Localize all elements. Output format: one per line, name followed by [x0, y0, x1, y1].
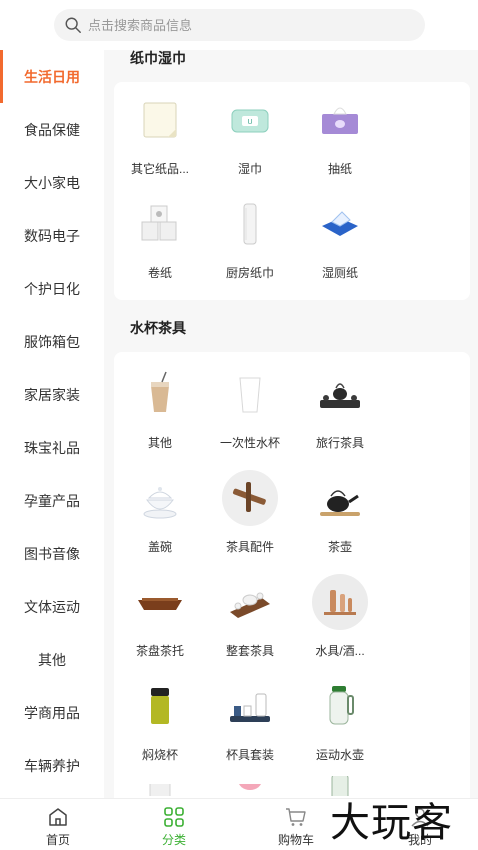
sidebar-item-digital[interactable]: 数码电子: [0, 209, 104, 262]
sidebar-item-vehicle[interactable]: 车辆养护: [0, 739, 104, 792]
tab-category[interactable]: 分类: [134, 799, 214, 850]
sidebar-item-appliances[interactable]: 大小家电: [0, 156, 104, 209]
sidebar-item-personal-care[interactable]: 个护日化: [0, 262, 104, 315]
watermark-logo: 大玩客: [330, 800, 453, 846]
cup-image: [226, 784, 274, 796]
full-tea-set-icon: [226, 578, 274, 626]
cart-icon: [286, 808, 306, 826]
subcategory-kitchen-roll[interactable]: 厨房纸巾: [207, 186, 293, 290]
tab-cart[interactable]: 购物车: [256, 799, 336, 850]
tea-tools-icon: [220, 468, 280, 528]
subcategory-label: 其它纸品...: [130, 162, 189, 176]
tab-label: 分类: [161, 833, 186, 847]
subcategory-tea-tools[interactable]: 茶具配件: [207, 460, 293, 564]
subcategory-lidded-bowl[interactable]: 盖碗: [117, 460, 203, 564]
subcategory-tissue-box[interactable]: 抽纸: [297, 82, 383, 186]
sidebar-item-other[interactable]: 其他: [0, 633, 104, 686]
teapot-icon: [316, 474, 364, 522]
sport-bottle-icon: [316, 682, 364, 730]
sidebar-item-jewelry-gifts[interactable]: 珠宝礼品: [0, 421, 104, 474]
section-title-cups-tea: 水杯茶具: [130, 320, 186, 336]
subcategory-label: 茶壶: [327, 540, 352, 554]
subcategory-other-cups[interactable]: 其他: [117, 356, 203, 460]
svg-text:U: U: [247, 119, 252, 126]
category-content: 纸巾湿巾 其它纸品... U 湿巾 抽纸 卷纸 厨房纸巾 湿厕纸 水杯茶具 其他…: [104, 50, 478, 798]
subcategory-label: 其他: [147, 436, 172, 450]
search-input[interactable]: [88, 17, 388, 33]
toilet-roll-icon: [136, 200, 184, 248]
subcategory-travel-tea-set[interactable]: 旅行茶具: [297, 356, 383, 460]
category-sidebar: 生活日用 食品保健 大小家电 数码电子 个护日化 服饰箱包 家居家装 珠宝礼品 …: [0, 50, 104, 798]
subcategory-label: 杯具套装: [225, 748, 274, 762]
sidebar-item-apparel-bags[interactable]: 服饰箱包: [0, 315, 104, 368]
tissue-box-icon: [316, 96, 364, 144]
subcategory-wet-toilet-paper[interactable]: 湿厕纸: [297, 186, 383, 290]
section-title-tissues: 纸巾湿巾: [130, 50, 186, 66]
subcategory-teapot[interactable]: 茶壶: [297, 460, 383, 564]
kitchen-roll-icon: [226, 200, 274, 248]
cup-image: [136, 784, 184, 796]
wet-wipes-icon: U: [226, 96, 274, 144]
subcategory-label: 整套茶具: [225, 644, 274, 658]
subcategory-paper-cup[interactable]: 一次性水杯: [207, 356, 293, 460]
sidebar-item-baby[interactable]: 孕童产品: [0, 474, 104, 527]
milk-tea-cup-icon: [136, 370, 184, 418]
subcategory-wet-wipes[interactable]: U 湿巾: [207, 82, 293, 186]
subcategory-label: 运动水壶: [315, 748, 364, 762]
wine-set-icon: [310, 572, 370, 632]
bottle-image: [316, 776, 364, 796]
subcategory-label: 水具/酒...: [315, 644, 365, 658]
subcategory-cup-set[interactable]: 杯具套装: [207, 668, 293, 772]
subcategory-label: 焖烧杯: [141, 748, 178, 762]
subcategory-label: 旅行茶具: [315, 436, 364, 450]
tab-label: 首页: [45, 833, 70, 847]
subcategory-label: 湿巾: [237, 162, 262, 176]
subcategory-label: 卷纸: [147, 266, 172, 280]
section-card-cups-tea: 其他 一次性水杯 旅行茶具 盖碗 茶具配件 茶壶 茶盘茶托 整套茶具 水具/酒.…: [114, 352, 470, 798]
sidebar-item-sports[interactable]: 文体运动: [0, 580, 104, 633]
tab-label: 购物车: [277, 833, 314, 847]
paper-sheet-icon: [136, 96, 184, 144]
subcategory-drinkware[interactable]: 水具/酒...: [297, 564, 383, 668]
wet-toilet-paper-icon: [316, 200, 364, 248]
subcategory-label: 湿厕纸: [321, 266, 358, 280]
travel-tea-set-icon: [316, 370, 364, 418]
tab-home[interactable]: 首页: [18, 799, 98, 850]
sidebar-item-food-health[interactable]: 食品保健: [0, 103, 104, 156]
subcategory-label: 盖碗: [147, 540, 172, 554]
subcategory-sport-bottle[interactable]: 运动水壶: [297, 668, 383, 772]
subcategory-label: 茶具配件: [225, 540, 274, 554]
subcategory-toilet-roll[interactable]: 卷纸: [117, 186, 203, 290]
section-card-tissues: 其它纸品... U 湿巾 抽纸 卷纸 厨房纸巾 湿厕纸: [114, 82, 470, 300]
subcategory-label: 茶盘茶托: [135, 644, 184, 658]
subcategory-label: 一次性水杯: [219, 436, 280, 450]
sidebar-item-home[interactable]: 家居家装: [0, 368, 104, 421]
home-icon: [49, 808, 67, 826]
subcategory-label: 抽纸: [327, 162, 352, 176]
subcategory-tea-tray[interactable]: 茶盘茶托: [117, 564, 203, 668]
tea-tray-icon: [136, 578, 184, 626]
search-header: [0, 0, 478, 50]
cup-set-icon: [226, 682, 274, 730]
subcategory-label: 厨房纸巾: [225, 266, 274, 280]
subcategory-thermal-cup[interactable]: 焖烧杯: [117, 668, 203, 772]
sidebar-item-office[interactable]: 学商用品: [0, 686, 104, 739]
subcategory-other-paper[interactable]: 其它纸品...: [117, 82, 203, 186]
lidded-bowl-icon: [136, 474, 184, 522]
category-icon: [164, 807, 184, 827]
thermal-cup-icon: [136, 682, 184, 730]
subcategory-full-tea-set[interactable]: 整套茶具: [207, 564, 293, 668]
sidebar-item-books-media[interactable]: 图书音像: [0, 527, 104, 580]
search-icon: [65, 17, 81, 33]
paper-cup-icon: [226, 370, 274, 418]
sidebar-item-daily-use[interactable]: 生活日用: [0, 50, 104, 103]
search-bar[interactable]: [54, 9, 425, 41]
